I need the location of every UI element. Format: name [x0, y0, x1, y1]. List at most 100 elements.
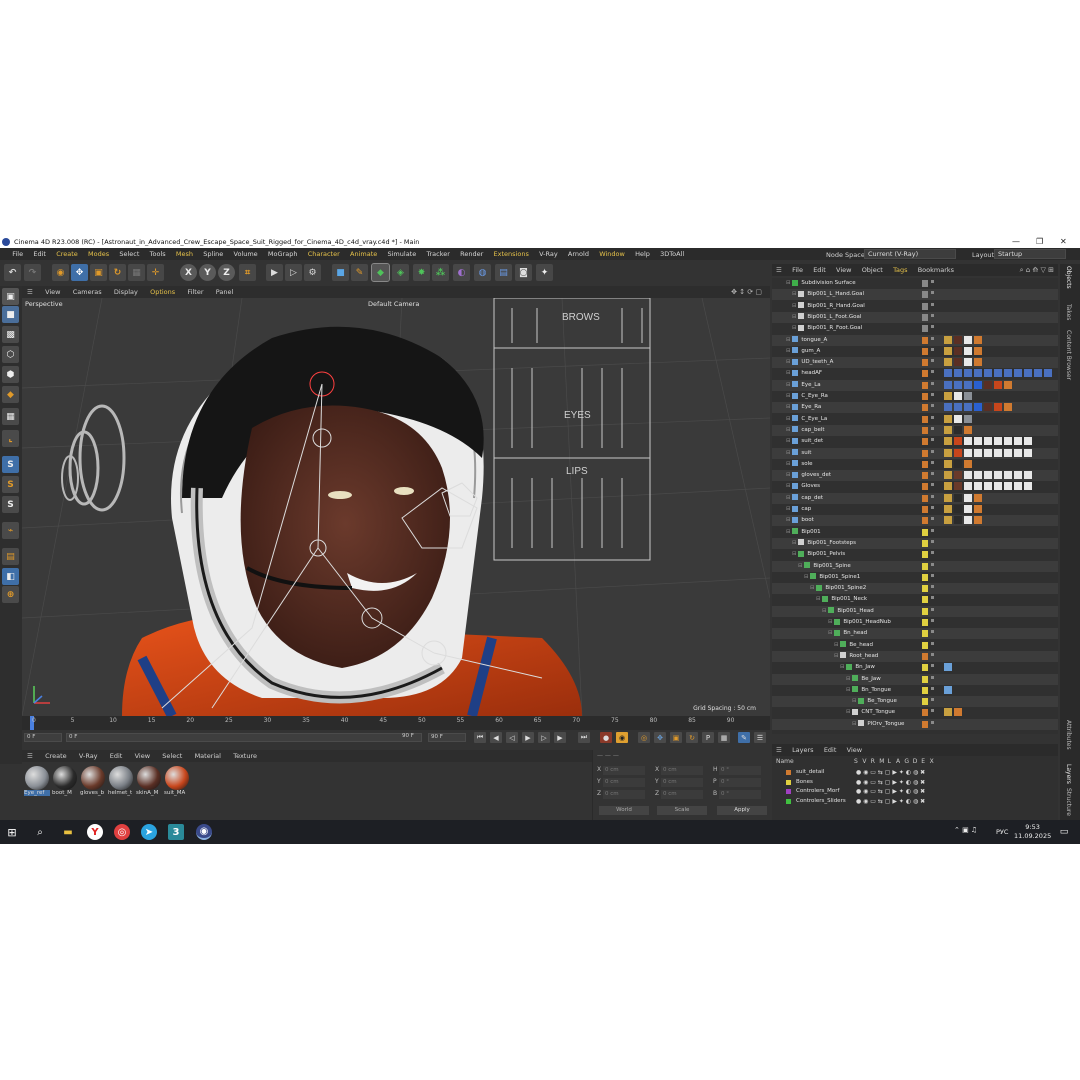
layer-color-swatch[interactable]	[922, 630, 928, 638]
render-view-icon[interactable]: ▶	[266, 264, 283, 281]
tag-icon[interactable]	[954, 437, 962, 446]
tag-icon[interactable]	[1004, 448, 1012, 457]
position-key-icon[interactable]: ✥	[654, 732, 666, 743]
tag-icon[interactable]	[1024, 448, 1032, 457]
visibility-dot-icon[interactable]	[931, 483, 934, 487]
tag-icon[interactable]	[964, 425, 972, 434]
object-row[interactable]: ⊟ Bip001_L_Hand.Goal	[772, 289, 1058, 301]
obj-menu-bookmarks[interactable]: Bookmarks	[914, 264, 958, 276]
object-row[interactable]: ⊟ Bip001_Spine1	[772, 572, 1058, 583]
grid-snap-icon[interactable]: ▤	[2, 548, 19, 565]
visibility-dot-icon[interactable]	[931, 415, 934, 419]
visibility-dot-icon[interactable]	[931, 720, 934, 724]
visibility-dot-icon[interactable]	[931, 596, 934, 600]
3d-viewport[interactable]: BROWS EYES LIPS Perspective Default Came…	[22, 298, 770, 716]
tab-attributes[interactable]: Attributes	[1065, 720, 1072, 750]
mat-menu-texture[interactable]: Texture	[228, 750, 262, 762]
tag-icon[interactable]	[1024, 482, 1032, 491]
model-mode-icon[interactable]: ■	[2, 306, 19, 323]
object-row[interactable]: ⊟ C_Eye_Ra	[772, 391, 1058, 402]
undo-icon[interactable]: ↶	[4, 264, 21, 281]
telegram-icon[interactable]: ➤	[141, 824, 157, 840]
layer-color-swatch[interactable]	[922, 652, 928, 660]
layer-column-header[interactable]: S	[854, 758, 858, 765]
object-row[interactable]: ⊟ Bip001_Neck	[772, 594, 1058, 605]
start-frame-field[interactable]: 0 F	[66, 733, 422, 742]
layer-column-header[interactable]: L	[888, 758, 891, 765]
lock-workplane-icon[interactable]: ⊕	[2, 586, 19, 603]
object-row[interactable]: ⊟ suit_det	[772, 436, 1058, 447]
tag-icon[interactable]	[994, 380, 1002, 389]
layer-menu-icon[interactable]: ☰	[772, 744, 786, 756]
tag-icon[interactable]	[964, 369, 972, 378]
layer-color-swatch[interactable]	[922, 607, 928, 615]
layer-color-swatch[interactable]	[922, 438, 928, 446]
object-row[interactable]: ⊟ Bip001_Pelvis	[772, 549, 1058, 560]
cube-icon[interactable]: ■	[332, 264, 349, 281]
tag-icon[interactable]	[964, 346, 972, 355]
visibility-dot-icon[interactable]	[931, 619, 934, 622]
layer-color-swatch[interactable]	[922, 280, 928, 287]
tag-icon[interactable]	[974, 358, 982, 367]
solo-selection-icon[interactable]: S	[2, 496, 19, 513]
layer-row[interactable]: Bones ● ◉ ▭ ⇆ ▢ ▶ ✦ ◐ ◍ ✖	[772, 778, 1058, 787]
tag-icon[interactable]	[964, 392, 972, 400]
edges-mode-icon[interactable]: ⬢	[2, 366, 19, 383]
layer-column-header[interactable]: M	[879, 758, 884, 765]
tag-icon[interactable]	[944, 448, 952, 457]
end-frame-field-inner[interactable]: 90 F	[400, 733, 420, 742]
visibility-dot-icon[interactable]	[931, 664, 934, 668]
move-icon[interactable]: ✥	[71, 264, 88, 281]
visibility-dot-icon[interactable]	[931, 472, 934, 476]
tab-layers[interactable]: Layers	[1065, 764, 1072, 784]
menu-render[interactable]: Render	[456, 248, 487, 260]
subdivision-icon[interactable]: ◆	[371, 263, 390, 282]
tag-icon[interactable]	[954, 414, 962, 423]
object-row[interactable]: ⊟ C_Eye_La	[772, 414, 1058, 425]
menu-modes[interactable]: Modes	[84, 248, 113, 260]
layer-color-swatch[interactable]	[922, 709, 928, 717]
layer-color-swatch[interactable]	[922, 472, 928, 480]
layer-color-swatch[interactable]	[922, 585, 928, 593]
coord-value-field[interactable]: 0 cm	[661, 766, 703, 775]
tag-icon[interactable]	[1014, 437, 1022, 446]
obj-menu-object[interactable]: Object	[858, 264, 887, 276]
tag-icon[interactable]	[1014, 448, 1022, 457]
visibility-dot-icon[interactable]	[931, 709, 934, 713]
visibility-dot-icon[interactable]	[931, 460, 934, 464]
object-search-icons[interactable]: ⌕ ⌂ ⟰ ▽ ⊞	[1020, 264, 1054, 276]
tag-icon[interactable]	[954, 708, 962, 717]
layer-color-swatch[interactable]	[922, 415, 928, 423]
layer-color-swatch[interactable]	[922, 686, 928, 694]
tag-icon[interactable]	[1034, 369, 1042, 378]
menu-mograph[interactable]: MoGraph	[264, 248, 302, 260]
redo-icon[interactable]: ↷	[24, 264, 41, 281]
current-frame-field[interactable]: 0 F	[24, 733, 62, 742]
tag-icon[interactable]	[974, 482, 982, 491]
viewport-camera[interactable]: Default Camera	[368, 300, 419, 308]
menu-simulate[interactable]: Simulate	[384, 248, 421, 260]
menu-volume[interactable]: Volume	[230, 248, 262, 260]
obj-menu-tags[interactable]: Tags	[889, 264, 911, 276]
yandex-browser-icon[interactable]: Y	[87, 824, 103, 840]
viewport-menu-icon[interactable]: ☰	[22, 286, 38, 298]
visibility-dot-icon[interactable]	[931, 607, 934, 611]
cinema4d-taskbar-icon[interactable]: ◉	[196, 824, 212, 840]
play-icon[interactable]: ▶	[522, 732, 534, 743]
object-row[interactable]: ⊟ Eye_La	[772, 379, 1058, 391]
tag-icon[interactable]	[964, 448, 972, 457]
layer-color-swatch[interactable]	[922, 313, 928, 321]
tag-icon[interactable]	[994, 448, 1002, 457]
coord-value-field[interactable]: 0 cm	[661, 778, 703, 787]
minimize-button[interactable]: —	[1012, 236, 1020, 248]
object-row[interactable]: ⊟ Root_head	[772, 650, 1058, 662]
tray-icons[interactable]: ⌃ ▣ ♫	[954, 826, 977, 834]
deformer-icon[interactable]: ◐	[453, 264, 470, 281]
tag-icon[interactable]	[974, 505, 982, 513]
tag-icon[interactable]	[974, 403, 982, 412]
tag-icon[interactable]	[1044, 369, 1052, 378]
tag-icon[interactable]	[944, 459, 952, 468]
timeline-window-icon[interactable]: ✎	[738, 732, 750, 743]
layer-color-swatch[interactable]	[922, 619, 928, 626]
tag-icon[interactable]	[1024, 437, 1032, 446]
